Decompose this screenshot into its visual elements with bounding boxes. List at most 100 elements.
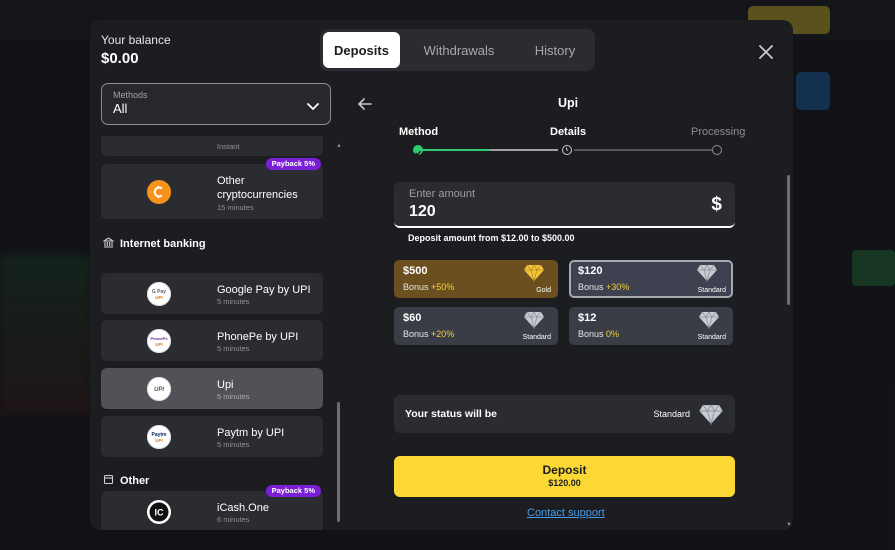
- pending-step-dot: [712, 145, 722, 155]
- list-scrollbar[interactable]: [337, 402, 340, 522]
- tier-label: Standard: [522, 334, 551, 341]
- deposit-modal: Your balance $0.00 Deposits Withdrawals …: [90, 20, 793, 530]
- svg-text:UPI: UPI: [155, 342, 163, 347]
- diamond-icon: [696, 264, 718, 287]
- tier-label: Standard: [697, 287, 726, 294]
- item-time: 5 minutes: [217, 344, 250, 353]
- amount-hint: Deposit amount from $12.00 to $500.00: [408, 233, 575, 243]
- diamond-icon: [698, 404, 724, 430]
- methods-label: Methods: [113, 90, 148, 100]
- panel-title: Upi: [558, 96, 579, 110]
- icash-logo: IC: [147, 500, 171, 524]
- gold-gem-icon: [523, 264, 545, 287]
- item-time: 6 minutes: [217, 515, 250, 524]
- dollar-icon: $: [711, 194, 722, 215]
- scroll-down-arrow-icon[interactable]: ▼: [786, 522, 792, 528]
- clock-icon: [562, 145, 572, 155]
- bonus-option-12[interactable]: $12 Bonus 0% Standard: [569, 307, 733, 345]
- chevron-down-icon: [307, 98, 319, 116]
- scroll-up-arrow-icon[interactable]: ▲: [336, 143, 342, 149]
- item-time: Instant: [217, 142, 240, 151]
- list-item-paytm[interactable]: Paytm UPI Paytm by UPI 5 minutes: [101, 416, 323, 457]
- diamond-icon: [523, 311, 545, 334]
- svg-text:PhonePe: PhonePe: [150, 336, 168, 341]
- item-name-line1: Other: [217, 175, 245, 187]
- method-list: Instant Payback 5% Other cryptocurrencie…: [101, 136, 331, 530]
- tier-label: Gold: [536, 287, 551, 294]
- status-label: Your status will be: [405, 408, 497, 420]
- list-item-partial[interactable]: Instant: [101, 136, 323, 156]
- item-time: 5 minutes: [217, 440, 250, 449]
- item-name-line2: cryptocurrencies: [217, 189, 298, 201]
- bonus-amount: $120: [578, 265, 603, 277]
- back-arrow-icon[interactable]: [357, 97, 372, 115]
- item-time: 5 minutes: [217, 297, 250, 306]
- balance-value: $0.00: [101, 50, 139, 67]
- tab-deposits[interactable]: Deposits: [323, 32, 400, 68]
- list-item-phonepe[interactable]: PhonePe UPI PhonePe by UPI 5 minutes: [101, 320, 323, 361]
- step-processing-label: Processing: [691, 126, 746, 138]
- paytm-logo: Paytm UPI: [147, 425, 171, 449]
- list-item-upi[interactable]: UPI Upi 5 minutes: [101, 368, 323, 409]
- amount-value[interactable]: 120: [409, 203, 720, 221]
- item-name: Google Pay by UPI: [217, 284, 311, 296]
- list-item-icash[interactable]: Payback 5% IC iCash.One 6 minutes: [101, 485, 323, 530]
- balance-label: Your balance: [101, 33, 171, 47]
- methods-value: All: [113, 101, 128, 116]
- methods-dropdown[interactable]: Methods All: [101, 83, 331, 125]
- payback-badge: Payback 5%: [265, 485, 321, 497]
- check-icon: [413, 145, 423, 156]
- upi-logo: UPI: [147, 377, 171, 401]
- balance-block: Your balance $0.00: [101, 33, 171, 67]
- item-name: Upi: [217, 379, 234, 391]
- section-internet-banking: Internet banking: [102, 237, 206, 251]
- status-preview: Your status will be Standard: [394, 395, 735, 433]
- step-details-label: Details: [550, 126, 587, 138]
- tab-history[interactable]: History: [518, 32, 592, 68]
- item-time: 5 minutes: [217, 392, 250, 401]
- google-pay-logo: G Pay UPI: [147, 282, 171, 306]
- item-name: PhonePe by UPI: [217, 331, 299, 343]
- bonus-option-60[interactable]: $60 Bonus +20% Standard: [394, 307, 558, 345]
- bonus-option-120[interactable]: $120 Bonus +30% Standard: [569, 260, 733, 298]
- bonus-text: Bonus +30%: [578, 282, 630, 292]
- section-title: Internet banking: [120, 238, 206, 250]
- panel-scrollbar[interactable]: [787, 175, 790, 305]
- contact-support-link[interactable]: Contact support: [527, 507, 605, 519]
- svg-text:UPI: UPI: [154, 387, 164, 393]
- phonepe-logo: PhonePe UPI: [147, 329, 171, 353]
- svg-text:UPI: UPI: [155, 295, 163, 300]
- item-name: Paytm by UPI: [217, 427, 285, 439]
- step-progress-pending: [574, 149, 712, 151]
- svg-text:IC: IC: [155, 508, 165, 518]
- deposit-button-amount: $120.00: [548, 478, 581, 488]
- list-item-google-pay[interactable]: G Pay UPI Google Pay by UPI 5 minutes: [101, 273, 323, 314]
- deposit-button-label: Deposit: [542, 463, 587, 477]
- tier-label: Standard: [697, 334, 726, 341]
- bonus-text: Bonus +50%: [403, 282, 455, 292]
- bonus-text: Bonus 0%: [578, 329, 620, 339]
- deposit-button[interactable]: Deposit $120.00: [394, 456, 735, 497]
- payback-badge: Payback 5%: [265, 158, 321, 170]
- amount-input[interactable]: Enter amount 120 $: [394, 182, 735, 228]
- status-tier: Standard: [653, 409, 690, 419]
- item-time: 15 minutes: [217, 203, 254, 212]
- bonus-text: Bonus +20%: [403, 329, 455, 339]
- step-progress-partial: [490, 149, 558, 151]
- tab-withdrawals[interactable]: Withdrawals: [400, 32, 518, 68]
- tab-bar: Deposits Withdrawals History: [320, 29, 595, 71]
- section-other: Other: [103, 474, 149, 488]
- bank-icon: [102, 237, 115, 251]
- crypto-coin-icon: [147, 180, 171, 204]
- bonus-amount: $500: [403, 265, 428, 277]
- close-icon[interactable]: [756, 42, 776, 62]
- section-title: Other: [120, 475, 150, 487]
- list-item-crypto[interactable]: Payback 5% Other cryptocurrencies 15 min…: [101, 158, 323, 219]
- bonus-amount: $60: [403, 312, 422, 324]
- bonus-amount: $12: [578, 312, 597, 324]
- diamond-icon: [698, 311, 720, 334]
- svg-text:UPI: UPI: [155, 438, 163, 443]
- item-name: iCash.One: [217, 502, 269, 514]
- bonus-option-500[interactable]: $500 Bonus +50% Gold: [394, 260, 558, 298]
- step-progress-done: [422, 149, 490, 151]
